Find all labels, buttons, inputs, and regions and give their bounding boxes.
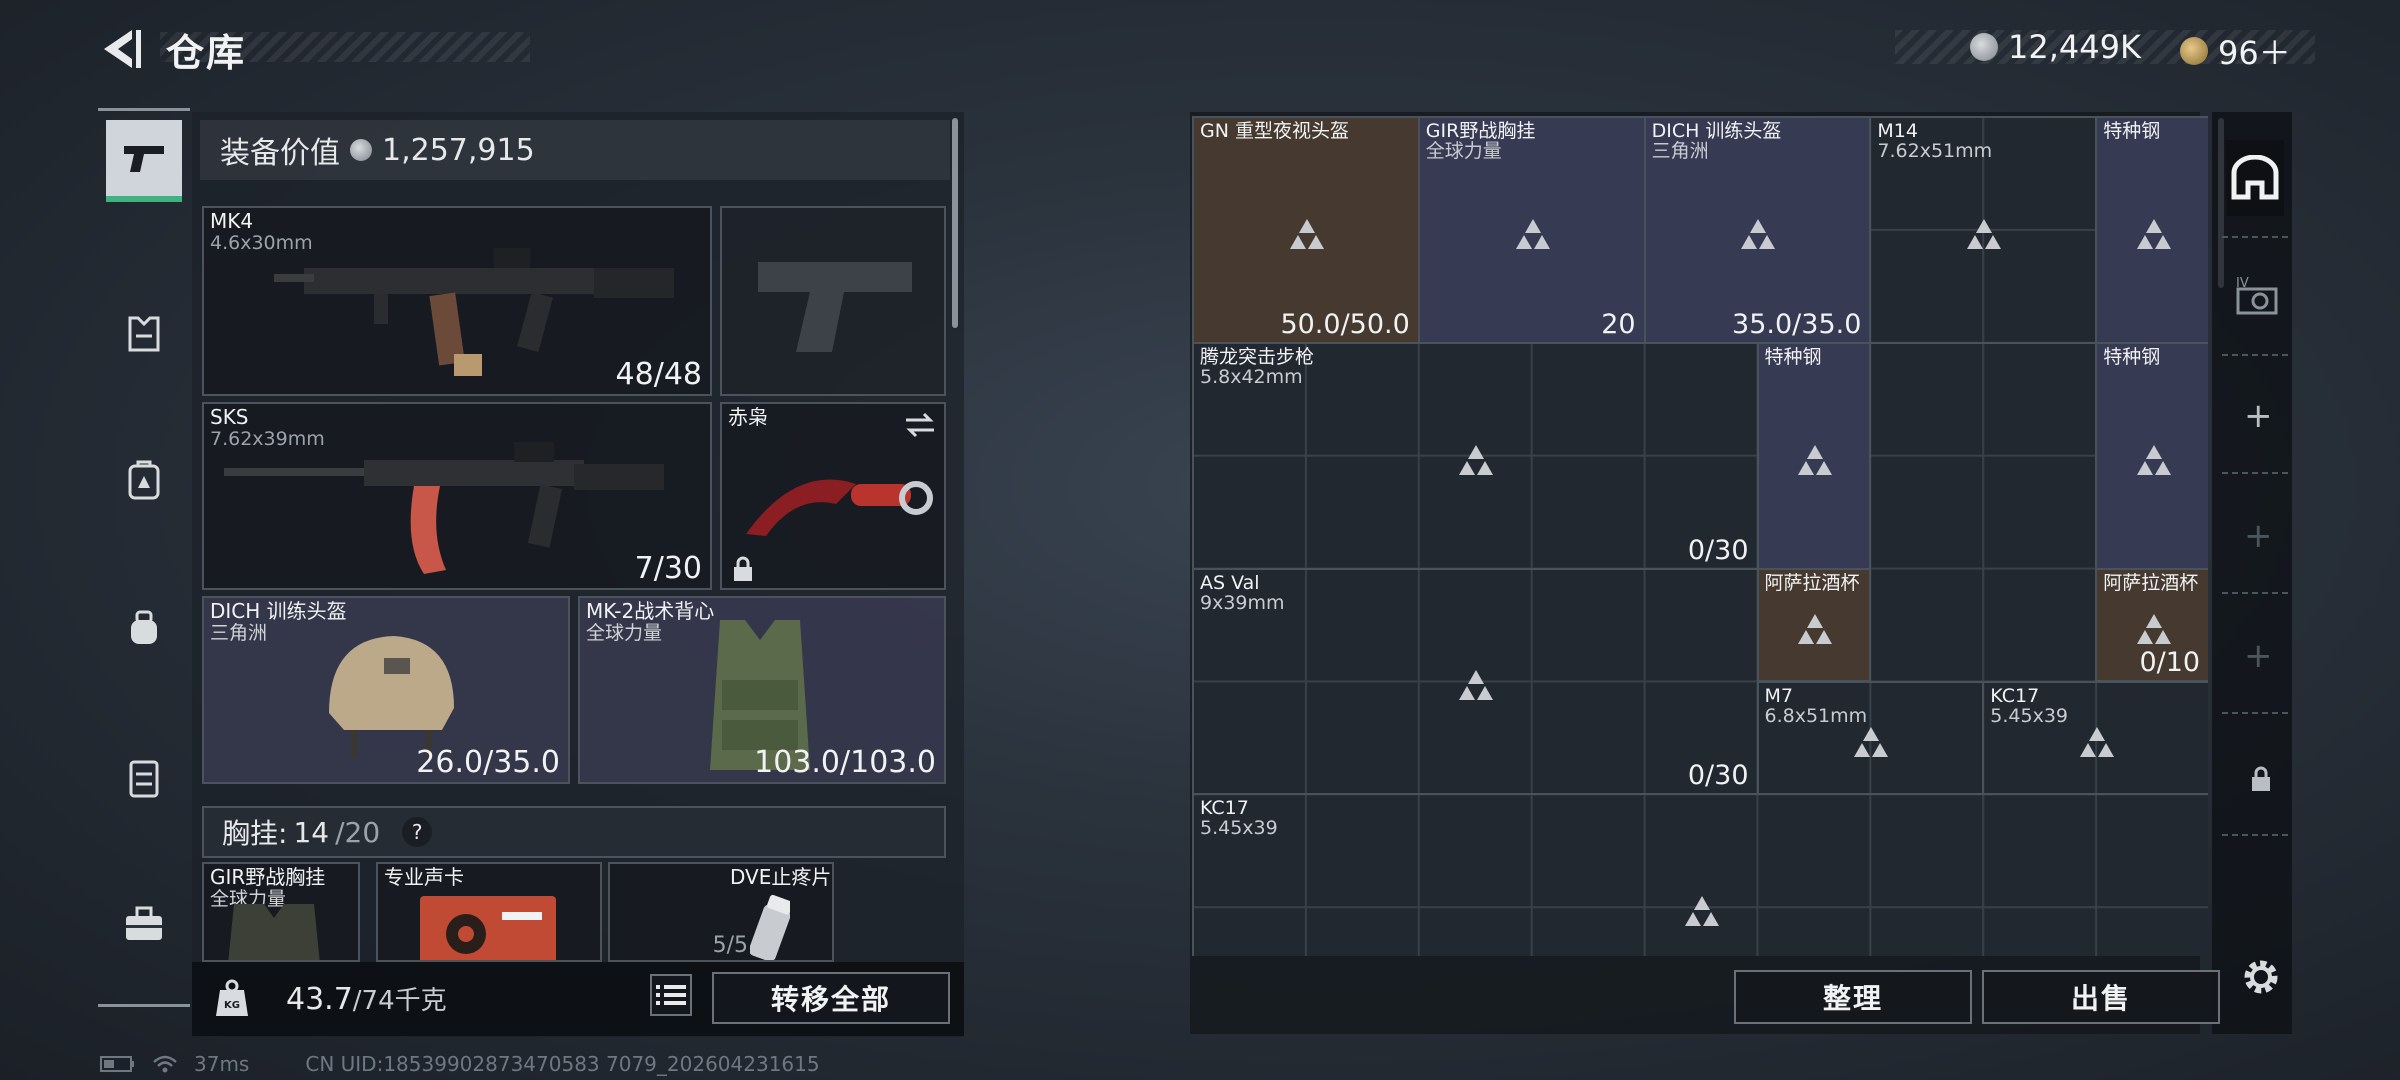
silver-coin-icon (1970, 33, 1998, 61)
svg-text:KG: KG (224, 1000, 240, 1011)
item-placeholder-icon (2136, 218, 2171, 249)
swap-icon[interactable] (904, 412, 936, 438)
primary-weapon-slot[interactable]: MK4 4.6x30mm 48/48 (202, 206, 712, 396)
tab-armor[interactable] (106, 296, 182, 372)
item-placeholder-icon (1459, 444, 1494, 475)
item-placeholder-icon (1685, 896, 1720, 927)
tab-toolbox[interactable] (106, 886, 182, 962)
storage-item[interactable]: 阿萨拉酒杯 (1756, 567, 1872, 683)
sks-rifle-image (224, 442, 664, 574)
item-placeholder-icon (1289, 218, 1324, 249)
item-placeholder-icon (1459, 670, 1494, 701)
rail-divider (2222, 712, 2288, 714)
rail-divider (2222, 236, 2288, 238)
vault-level-icon: IV (2236, 276, 2278, 315)
sell-button[interactable]: 出售 (1982, 970, 2220, 1024)
rail-top-line (98, 108, 190, 111)
chest-rig-icon (129, 760, 159, 798)
help-icon[interactable]: ? (402, 817, 433, 847)
item-placeholder-icon (2136, 614, 2171, 645)
bag-icon (131, 610, 157, 644)
back-arrow-icon[interactable] (98, 26, 144, 72)
item-placeholder-icon (1854, 726, 1889, 757)
item-placeholder-icon (1967, 218, 2002, 249)
armor-icon (128, 316, 160, 352)
storage-item[interactable]: 腾龙突击步枪 5.8x42mm 0/30 (1192, 341, 1759, 570)
item-placeholder-icon (2136, 444, 2171, 475)
item-placeholder-icon (1797, 614, 1832, 645)
add-storage-icon-disabled[interactable]: + (2244, 516, 2273, 556)
lock-icon (734, 556, 752, 581)
tab-chest-rig[interactable] (106, 740, 182, 816)
storage-item[interactable]: 阿萨拉酒杯 0/10 (2095, 567, 2208, 683)
tab-backpack[interactable] (106, 442, 182, 518)
storage-item[interactable]: M7 6.8x51mm (1756, 680, 1985, 796)
storage-item[interactable]: AS Val 9x39mm 0/30 (1192, 567, 1759, 796)
rail-divider (2222, 834, 2288, 836)
backpack-icon (128, 460, 160, 500)
storage-tab-4[interactable]: IV (2232, 270, 2282, 320)
karambit-knife-image (746, 479, 933, 536)
storage-item[interactable]: 特种钢 (2095, 116, 2208, 344)
item-placeholder-icon (2080, 726, 2115, 757)
storage-lock-icon (2252, 766, 2270, 791)
storage-item[interactable]: 特种钢 (1756, 341, 1872, 570)
vault-icon (2231, 155, 2279, 200)
rail-bottom-line (98, 1004, 190, 1007)
list-view-button[interactable] (650, 974, 692, 1016)
equipment-value: 装备价值 1,257,915 (200, 120, 950, 180)
storage-item[interactable]: GIR野战胸挂 全球力量 20 (1417, 116, 1646, 344)
sound-card-image (420, 896, 556, 960)
tab-weapons[interactable] (106, 120, 182, 196)
status-bar: 37ms CN UID:18539902873470583 7079_20260… (100, 1052, 820, 1076)
gold-coin-icon (2180, 37, 2208, 65)
battery-icon (100, 1056, 134, 1072)
toolbox-icon (126, 906, 162, 940)
chest-item-rig[interactable]: GIR野战胸挂 全球力量 (202, 862, 360, 962)
currency-a: 12,449K (1970, 28, 2141, 66)
sort-button[interactable]: 整理 (1734, 970, 1972, 1024)
item-placeholder-icon (1797, 444, 1832, 475)
tab-pouch[interactable] (106, 590, 182, 666)
storage-item[interactable]: 特种钢 (2095, 341, 2208, 570)
chest-item-painkiller[interactable]: DVE止疼片 5/5 (608, 862, 834, 962)
secondary-weapon-slot[interactable]: SKS 7.62x39mm 7/30 (202, 402, 712, 590)
storage-item[interactable]: KC17 5.45x39 (1192, 793, 2208, 956)
chest-item-soundcard[interactable]: 专业声卡 (376, 862, 602, 962)
storage-item[interactable]: GN 重型夜视头盔 50.0/50.0 (1192, 116, 1420, 344)
item-placeholder-icon (1515, 218, 1550, 249)
loadout-scrollbar[interactable] (952, 118, 958, 328)
storage-item[interactable]: M14 7.62x51mm (1869, 116, 2098, 344)
melee-slot[interactable]: 赤枭 (720, 402, 946, 590)
chest-rig-image (228, 904, 320, 960)
transfer-all-button[interactable]: 转移全部 (712, 972, 950, 1024)
storage-item[interactable]: KC17 5.45x39 (1982, 680, 2208, 796)
carry-weight: 43.7/74千克 (286, 982, 447, 1017)
rail-divider (2222, 354, 2288, 356)
gun-icon (124, 146, 164, 172)
pill-bottle-image (750, 894, 790, 960)
storage-tabs (2212, 112, 2292, 1034)
page-title: 仓库 (166, 31, 247, 75)
helmet-slot[interactable]: DICH 训练头盔 三角洲 26.0/35.0 (202, 596, 570, 784)
storage-tab-main[interactable] (2226, 140, 2284, 216)
storage-item[interactable]: DICH 训练头盔 三角洲 35.0/35.0 (1643, 116, 1872, 344)
add-storage-icon[interactable]: + (2244, 396, 2273, 436)
weight-icon: KG (216, 979, 248, 1016)
rail-divider (2222, 592, 2288, 594)
add-storage-icon-disabled[interactable]: + (2244, 636, 2273, 676)
currency-b: 96＋ (2180, 28, 2291, 74)
settings-gear-icon[interactable] (2238, 954, 2284, 1000)
pistol-silhouette-icon (758, 262, 912, 352)
list-icon (656, 985, 686, 1005)
wifi-icon (153, 1055, 177, 1073)
pistol-slot-empty[interactable] (720, 206, 946, 396)
storage-grid: GN 重型夜视头盔 50.0/50.0 GIR野战胸挂 全球力量 20 DICH 训练头盔… (1192, 116, 2208, 956)
vest-slot[interactable]: MK-2战术背心 全球力量 103.0/103.0 (578, 596, 946, 784)
item-placeholder-icon (1741, 218, 1776, 249)
chest-rig-header: 胸挂: 14 /20 ? (202, 806, 946, 858)
silver-coin-icon (350, 139, 372, 161)
rail-divider (2222, 472, 2288, 474)
